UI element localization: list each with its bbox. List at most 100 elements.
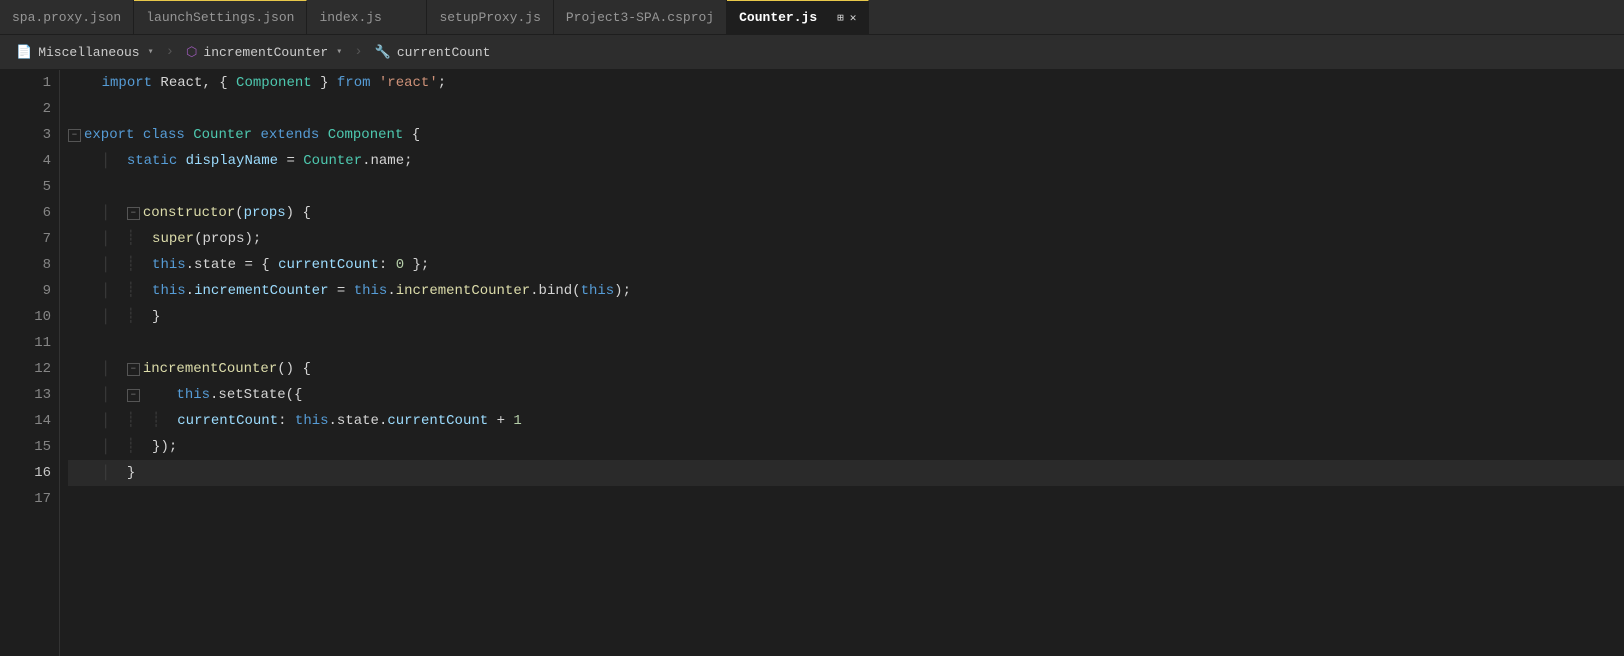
token: currentCount [278, 252, 379, 278]
breadcrumb-miscellaneous[interactable]: 📄 Miscellaneous ▾ [8, 45, 162, 60]
code-line-16: ➤ │ } [68, 460, 1624, 486]
code-line-12: │ −incrementCounter() { [68, 356, 1624, 382]
indent-guides: │ ┊ [68, 226, 152, 252]
fold-icon[interactable]: − [127, 207, 140, 220]
indent-guides: │ [68, 460, 127, 486]
token: incrementCounter [194, 278, 328, 304]
code-content[interactable]: import React, { Component } from 'react'… [60, 70, 1624, 656]
editor-area: 1234567891011121314151617 import React, … [0, 70, 1624, 656]
line-number-9: 9 [16, 278, 51, 304]
chevron-down-icon[interactable]: ▾ [148, 46, 154, 58]
token: 1 [513, 408, 521, 434]
code-line-14: │ ┊ ┊ currentCount: this.state.currentCo… [68, 408, 1624, 434]
token: } [312, 70, 337, 96]
token: : [379, 252, 396, 278]
line-number-4: 4 [16, 148, 51, 174]
code-line-3: −export class Counter extends Component … [68, 122, 1624, 148]
token [177, 148, 185, 174]
tab-setup-proxy[interactable]: setupProxy.js [427, 0, 553, 34]
token [252, 122, 260, 148]
indent-guides: │ ┊ ┊ [68, 408, 177, 434]
code-line-5 [68, 174, 1624, 200]
token: import [102, 70, 152, 96]
code-line-7: │ ┊ super(props); [68, 226, 1624, 252]
token: (props); [194, 226, 261, 252]
token: } [127, 460, 135, 486]
line-number-8: 8 [16, 252, 51, 278]
breadcrumb-bar: 📄 Miscellaneous ▾ › ⬡ incrementCounter ▾… [0, 35, 1624, 70]
token: . [387, 278, 395, 304]
tab-label: launchSettings.json [146, 10, 294, 25]
wrench-icon: 🔧 [375, 45, 391, 60]
token: + [488, 408, 513, 434]
line-number-2: 2 [16, 96, 51, 122]
code-line-15: │ ┊ }); [68, 434, 1624, 460]
token: Component [328, 122, 404, 148]
token: static [127, 148, 177, 174]
token: from [337, 70, 371, 96]
line-number-10: 10 [16, 304, 51, 330]
line-number-16: 16 [16, 460, 51, 486]
indent-guides: │ ┊ [68, 434, 152, 460]
line-number-12: 12 [16, 356, 51, 382]
token: = [328, 278, 353, 304]
token [319, 122, 327, 148]
tab-launch-settings[interactable]: launchSettings.json [134, 0, 307, 34]
indent-guides: │ [68, 356, 127, 382]
indent-guides: │ [68, 148, 127, 174]
tab-project3-spa[interactable]: Project3-SPA.csproj [554, 0, 727, 34]
token: .state = { [186, 252, 278, 278]
token: () { [277, 356, 311, 382]
breadcrumb-increment-counter[interactable]: ⬡ incrementCounter ▾ [178, 45, 350, 60]
token: this [152, 278, 186, 304]
tab-spa-proxy[interactable]: spa.proxy.json [0, 0, 134, 34]
tab-label: Project3-SPA.csproj [566, 10, 714, 25]
line-number-gutter: 1234567891011121314151617 [0, 70, 60, 656]
file-icon: 📄 [16, 45, 32, 60]
code-line-10: │ ┊ } [68, 304, 1624, 330]
line-number-3: 3 [16, 122, 51, 148]
token: { [403, 122, 420, 148]
code-line-9: │ ┊ this.incrementCounter = this.increme… [68, 278, 1624, 304]
code-line-17 [68, 486, 1624, 512]
line-number-1: 1 [16, 70, 51, 96]
token [134, 122, 142, 148]
fold-icon[interactable]: − [127, 389, 140, 402]
token: 'react' [379, 70, 438, 96]
indent-guides: │ ┊ [68, 252, 152, 278]
token: .state. [329, 408, 388, 434]
token [68, 70, 102, 96]
breadcrumb-miscellaneous-label: Miscellaneous [38, 45, 139, 60]
token: Counter [303, 148, 362, 174]
breadcrumb-current-count[interactable]: 🔧 currentCount [367, 45, 499, 60]
token: this [176, 382, 210, 408]
token: displayName [186, 148, 278, 174]
fold-icon[interactable]: − [127, 363, 140, 376]
line-number-14: 14 [16, 408, 51, 434]
line-number-11: 11 [16, 330, 51, 356]
breadcrumb-increment-counter-label: incrementCounter [203, 45, 328, 60]
chevron-down-icon-2[interactable]: ▾ [336, 46, 342, 58]
token: currentCount [177, 408, 278, 434]
token: = [278, 148, 303, 174]
token: this [581, 278, 615, 304]
fold-icon[interactable]: − [68, 129, 81, 142]
token: this [152, 252, 186, 278]
code-line-1: import React, { Component } from 'react'… [68, 70, 1624, 96]
token [143, 382, 177, 408]
tab-close-icon[interactable]: ⊞ [837, 11, 844, 25]
token: currentCount [387, 408, 488, 434]
token: incrementCounter [396, 278, 530, 304]
token: class [143, 122, 185, 148]
token: : [278, 408, 295, 434]
line-number-17: 17 [16, 486, 51, 512]
code-line-8: │ ┊ this.state = { currentCount: 0 }; [68, 252, 1624, 278]
tab-label: spa.proxy.json [12, 10, 121, 25]
tab-counter-js[interactable]: Counter.js ⊞ ✕ [727, 0, 869, 34]
token: Counter [193, 122, 252, 148]
code-line-13: │ − this.setState({ [68, 382, 1624, 408]
tab-index-js[interactable]: index.js [307, 0, 427, 34]
token: incrementCounter [143, 356, 277, 382]
tab-pin-icon[interactable]: ✕ [850, 11, 857, 25]
code-line-2 [68, 96, 1624, 122]
